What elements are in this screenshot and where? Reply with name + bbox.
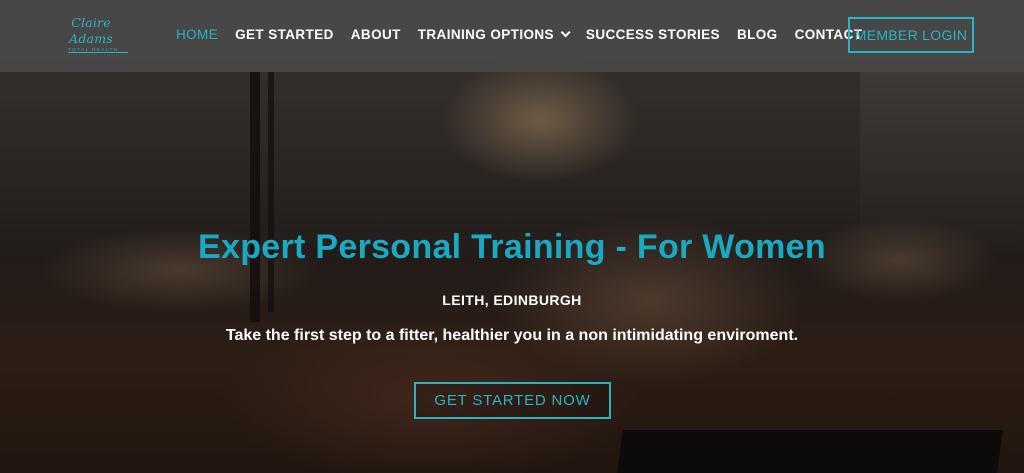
member-login-button[interactable]: MEMBER LOGIN [848,17,974,53]
hero-tagline: Take the first step to a fitter, healthi… [225,327,799,344]
nav-home[interactable]: HOME [176,27,218,42]
logo-script-text: Claire Adams [69,15,113,46]
nav-about[interactable]: ABOUT [351,27,401,42]
nav-blog[interactable]: BLOG [737,27,778,42]
get-started-now-button[interactable]: GET STARTED NOW [414,382,611,419]
site-logo[interactable]: Claire Adams TOTAL HEALTH [50,15,132,53]
main-navigation: HOME GET STARTED ABOUT TRAINING OPTIONS … [176,24,862,44]
nav-training-options-label: TRAINING OPTIONS [417,26,554,42]
site-header: Claire Adams TOTAL HEALTH HOME GET START… [0,0,1024,72]
logo-subtitle: TOTAL HEALTH [68,47,128,53]
nav-training-options[interactable]: TRAINING OPTIONS [417,26,571,42]
chevron-down-icon [560,26,571,37]
nav-success-stories[interactable]: SUCCESS STORIES [586,27,720,42]
hero-location: LEITH, EDINBURGH [442,292,582,308]
hero-title: Expert Personal Training - For Women [198,228,826,266]
nav-get-started[interactable]: GET STARTED [235,27,334,42]
